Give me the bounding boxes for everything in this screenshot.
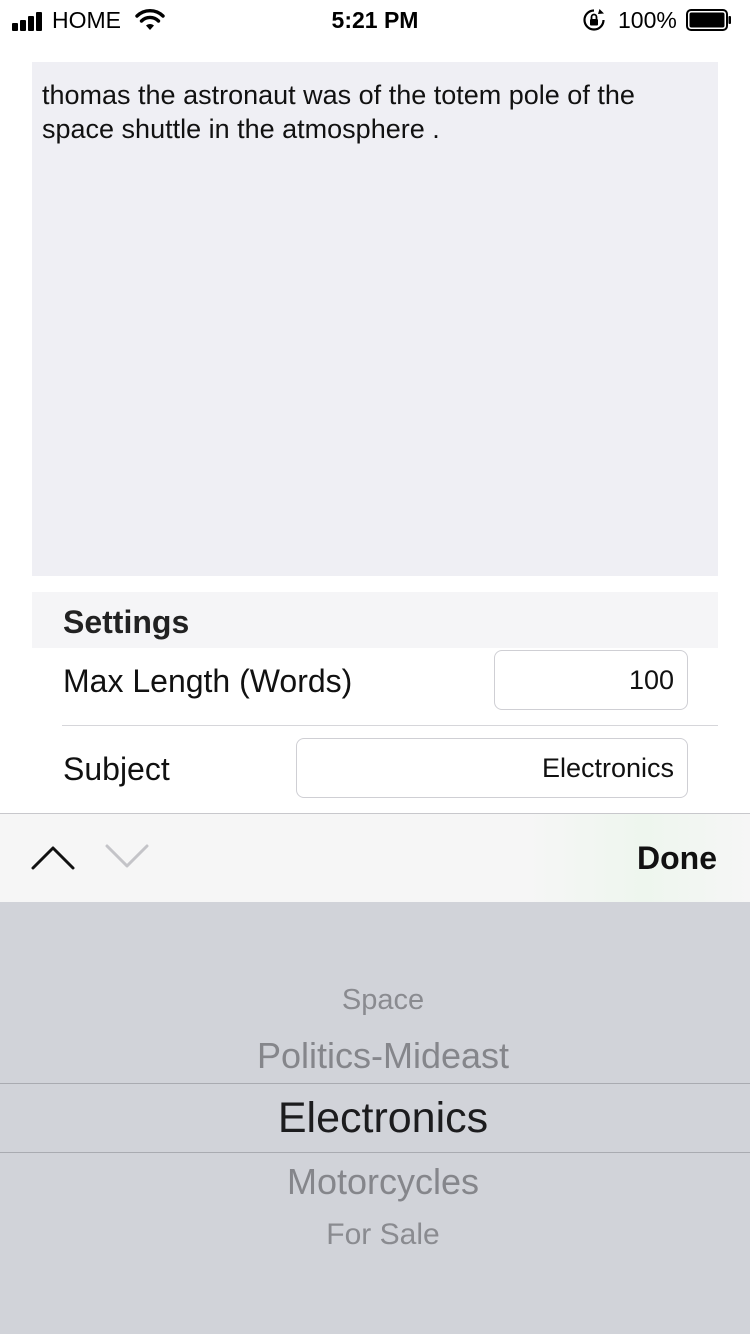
picker-option[interactable]: Space	[0, 982, 750, 1018]
picker-option[interactable]: For Sale	[0, 1216, 750, 1254]
battery-percentage: 100%	[618, 7, 677, 33]
chevron-up-icon[interactable]	[30, 842, 76, 872]
done-button[interactable]: Done	[637, 839, 717, 877]
settings-header: Settings	[32, 592, 718, 648]
orientation-lock-icon	[583, 9, 605, 31]
status-bar: HOME 5:21 PM 100%	[0, 0, 750, 40]
subject-field[interactable]: Electronics	[296, 738, 688, 798]
row-divider	[62, 725, 718, 726]
chevron-down-icon[interactable]	[104, 842, 150, 872]
max-length-label: Max Length (Words)	[63, 663, 353, 699]
text-area-content: thomas the astronaut was of the totem po…	[42, 80, 635, 144]
picker-option[interactable]: Motorcycles	[0, 1160, 750, 1204]
subject-label: Subject	[63, 751, 170, 787]
keyboard-toolbar: Done	[0, 813, 750, 902]
picker-selection-top-line	[0, 1083, 750, 1084]
battery-icon	[686, 9, 731, 31]
picker-selection-bottom-line	[0, 1152, 750, 1153]
text-area[interactable]: thomas the astronaut was of the totem po…	[32, 62, 718, 576]
subject-picker[interactable]: Space Politics-Mideast Electronics Motor…	[0, 902, 750, 1334]
picker-option[interactable]: Politics-Mideast	[0, 1034, 750, 1078]
max-length-field[interactable]: 100	[494, 650, 688, 710]
picker-option-selected[interactable]: Electronics	[0, 1092, 750, 1144]
settings-title: Settings	[63, 604, 190, 640]
